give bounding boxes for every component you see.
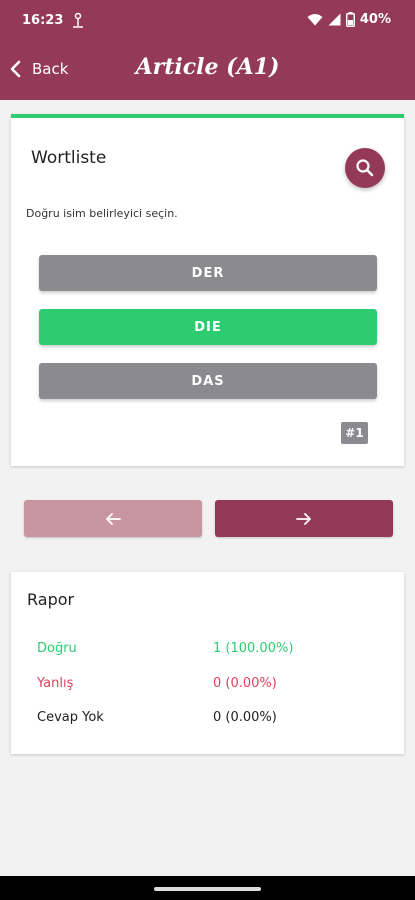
option-das-button[interactable]: DAS: [39, 363, 377, 399]
arrow-left-icon: [106, 512, 121, 525]
quiz-card: Wortliste Doğru isim belirleyici seçin. …: [11, 114, 404, 466]
report-label-no-answer: Cevap Yok: [37, 710, 104, 725]
report-value-no-answer: 0 (0.00%): [213, 710, 277, 725]
page-title: Article (A1): [135, 54, 280, 80]
status-bar: 16:23 40%: [0, 0, 415, 40]
gesture-handle[interactable]: [154, 887, 261, 891]
report-value-wrong: 0 (0.00%): [213, 676, 277, 691]
report-title: Rapor: [27, 590, 75, 609]
next-button[interactable]: [215, 500, 393, 537]
report-value-correct: 1 (100.00%): [213, 641, 294, 656]
status-time: 16:23: [22, 13, 64, 28]
wifi-icon: [307, 14, 323, 26]
system-nav-bar: [0, 876, 415, 900]
search-button[interactable]: [345, 148, 385, 188]
report-label-wrong: Yanlış: [37, 676, 74, 691]
arrow-right-icon: [296, 512, 311, 525]
option-der-button[interactable]: DER: [39, 255, 377, 291]
status-indicators: 40%: [307, 12, 391, 27]
instruction-text: Doğru isim belirleyici seçin.: [26, 207, 178, 220]
report-card: Rapor Doğru 1 (100.00%) Yanlış 0 (0.00%)…: [11, 572, 404, 754]
option-die-button[interactable]: DIE: [39, 309, 377, 345]
battery-percent: 40%: [359, 12, 391, 27]
previous-button[interactable]: [24, 500, 202, 537]
question-number-badge: #1: [341, 422, 368, 444]
app-header: 16:23 40% Back Article (A1): [0, 0, 415, 100]
card-title: Wortliste: [31, 148, 107, 168]
signal-icon: [328, 13, 341, 26]
search-icon: [356, 159, 374, 177]
usb-debug-icon: [73, 12, 83, 28]
battery-icon: [345, 12, 355, 27]
report-label-correct: Doğru: [37, 641, 77, 656]
